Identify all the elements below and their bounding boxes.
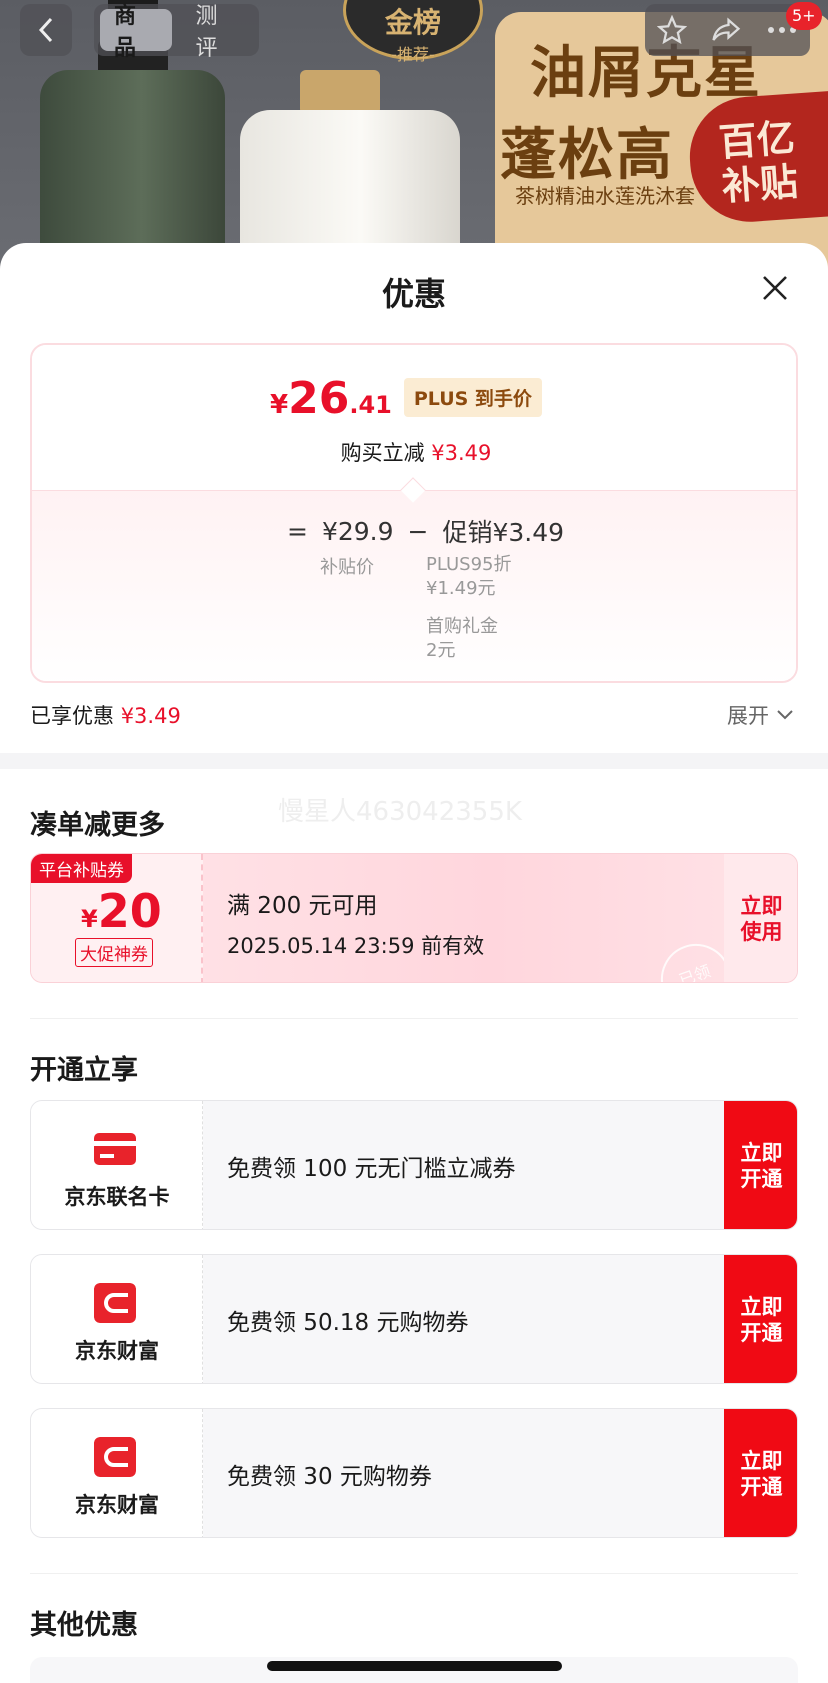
price-integer: 26 — [288, 373, 350, 424]
open-item[interactable]: 京东财富 免费领 50.18 元购物券 立即 开通 — [30, 1254, 798, 1384]
btn-l1: 立即 — [740, 1295, 783, 1319]
activate-button[interactable]: 立即 开通 — [724, 1255, 797, 1383]
calc-minus: − — [407, 516, 429, 546]
open-item-text: 免费领 50.18 元购物券 — [227, 1310, 469, 1336]
open-section-title: 开通立享 — [30, 1055, 138, 1086]
btn-l1: 立即 — [740, 1449, 783, 1473]
enjoyed-amount: ¥3.49 — [120, 704, 181, 728]
plus-price-tag: PLUS 到手价 — [403, 378, 542, 417]
tab-product[interactable]: 商品 — [100, 4, 172, 61]
promo-detail-plus-l1: PLUS95折 — [426, 554, 512, 575]
home-indicator[interactable] — [267, 1661, 562, 1671]
calc-row: = ¥29.9 − 促销¥3.49 — [287, 513, 564, 549]
base-label: 补贴价 — [320, 557, 374, 578]
top-tabs: 商品 测评 — [94, 4, 259, 61]
top-actions — [645, 4, 810, 56]
coupon-condition: 满 200 元可用 — [227, 893, 378, 919]
expand-button[interactable]: 展开 — [727, 700, 793, 730]
coupon-expiry: 2025.05.14 23:59 前有效 — [227, 934, 485, 958]
bottle-neck-gold — [300, 70, 380, 115]
thin-divider — [30, 1573, 798, 1574]
enjoyed-label: 已享优惠 — [30, 704, 114, 728]
instant-discount-label: 购买立减 — [340, 441, 425, 465]
chevron-down-icon — [777, 710, 793, 720]
promo-detail-plus: PLUS95折 ¥1.49元 — [426, 553, 512, 601]
other-section-title: 其他优惠 — [30, 1610, 138, 1641]
expand-label: 展开 — [727, 704, 769, 728]
use-coupon-button[interactable]: 立即 使用 — [724, 854, 797, 982]
sheet-title: 优惠 — [381, 275, 446, 313]
section-divider — [0, 753, 828, 769]
open-item[interactable]: 京东联名卡 免费领 100 元无门槛立减券 立即 开通 — [30, 1100, 798, 1230]
promo-detail-gift: 首购礼金 2元 — [426, 615, 498, 663]
back-arrow-icon — [38, 17, 53, 43]
gold-list-badge: 金榜 -推荐- — [343, 0, 483, 64]
price-decimal: .41 — [349, 391, 392, 419]
open-item-name: 京东财富 — [75, 1339, 159, 1363]
gold-badge-sub: -推荐- — [391, 45, 435, 64]
discount-sheet: 优惠 ¥ 26 .41 PLUS 到手价 购买立减 ¥3.49 = ¥29.9 … — [0, 243, 828, 1683]
open-item-name: 京东联名卡 — [64, 1185, 170, 1209]
btn-l2: 开通 — [740, 1475, 783, 1499]
platform-coupon[interactable]: 平台补贴券 ¥ 20 大促神券 满 200 元可用 2025.05.14 23:… — [30, 853, 798, 983]
final-price: ¥ 26 .41 PLUS 到手价 — [270, 373, 542, 425]
share-icon[interactable] — [710, 15, 742, 45]
back-button[interactable] — [20, 4, 72, 56]
open-item[interactable]: 京东财富 免费领 30 元购物券 立即 开通 — [30, 1408, 798, 1538]
promo-detail-gift-l1: 首购礼金 — [426, 616, 498, 637]
coupon-label: 大促神券 — [75, 938, 153, 967]
wallet-icon — [94, 1283, 136, 1323]
open-item-brand: 京东财富 — [31, 1255, 203, 1383]
star-icon[interactable] — [656, 15, 687, 45]
wallet-icon — [94, 1437, 136, 1477]
instant-discount-amount: ¥3.49 — [431, 441, 492, 465]
coupon-yen: ¥ — [81, 905, 98, 933]
coupon-amount: ¥ 20 — [81, 884, 162, 938]
subsidy-line1: 百亿 — [717, 115, 797, 165]
thin-divider — [30, 1018, 798, 1019]
open-item-brand: 京东财富 — [31, 1409, 203, 1537]
instant-discount: 购买立减 ¥3.49 — [32, 437, 796, 467]
use-btn-l1: 立即 — [740, 894, 783, 918]
promo-line2: 蓬松高 — [500, 123, 674, 188]
price-calc: = ¥29.9 − 促销¥3.49 补贴价 PLUS95折 ¥1.49元 首购礼… — [32, 477, 796, 681]
activate-button[interactable]: 立即 开通 — [724, 1409, 797, 1537]
open-item-name: 京东财富 — [75, 1493, 159, 1517]
use-btn-l2: 使用 — [740, 920, 783, 944]
activate-button[interactable]: 立即 开通 — [724, 1101, 797, 1229]
promo-detail-gift-l2: 2元 — [426, 640, 456, 661]
calc-promo: 促销¥3.49 — [442, 518, 565, 547]
btn-l1: 立即 — [740, 1141, 783, 1165]
gold-badge-title: 金榜 — [384, 6, 441, 39]
coupon-value-area: 平台补贴券 ¥ 20 大促神券 — [31, 854, 203, 982]
btn-l2: 开通 — [740, 1321, 783, 1345]
tab-review[interactable]: 测评 — [182, 4, 254, 61]
open-item-text: 免费领 30 元购物券 — [227, 1464, 432, 1490]
calc-base: ¥29.9 — [321, 516, 394, 546]
price-yen: ¥ — [270, 390, 289, 420]
coupon-number: 20 — [97, 884, 162, 938]
coupon-tag: 平台补贴券 — [31, 854, 132, 883]
watermark: 慢星人463042355K — [278, 797, 522, 827]
promo-detail-plus-l2: ¥1.49元 — [426, 578, 496, 599]
btn-l2: 开通 — [740, 1167, 783, 1191]
card-icon — [94, 1133, 136, 1165]
open-item-brand: 京东联名卡 — [31, 1101, 203, 1229]
price-breakdown-card: ¥ 26 .41 PLUS 到手价 购买立减 ¥3.49 = ¥29.9 − 促… — [30, 343, 798, 683]
promo-line3: 茶树精油水莲洗沐套 — [515, 184, 695, 208]
calc-equals: = — [287, 516, 308, 546]
close-icon[interactable] — [760, 273, 790, 303]
combine-section-title: 凑单减更多 — [30, 810, 165, 841]
open-item-text: 免费领 100 元无门槛立减券 — [227, 1156, 516, 1182]
subsidy-line2: 补贴 — [720, 159, 800, 209]
price-top: ¥ 26 .41 PLUS 到手价 购买立减 ¥3.49 — [32, 345, 796, 490]
message-badge: 5+ — [786, 2, 822, 30]
enjoyed-discount: 已享优惠 ¥3.49 — [30, 700, 181, 730]
